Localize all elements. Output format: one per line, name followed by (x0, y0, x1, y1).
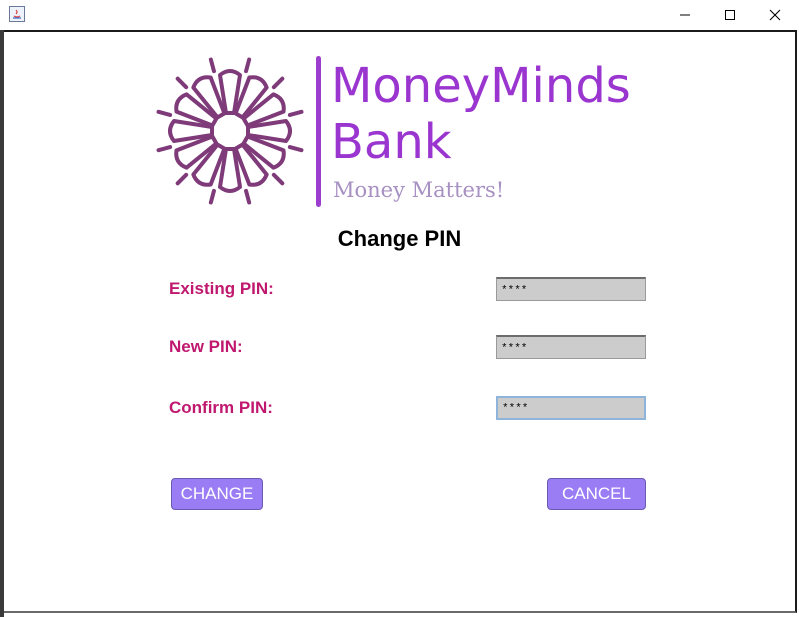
minimize-icon (680, 14, 690, 16)
page-title: Change PIN (337, 226, 462, 251)
brand-name-line2: Bank (331, 114, 452, 170)
close-icon (769, 9, 781, 21)
logo-divider (316, 56, 321, 207)
brand-tagline: Money Matters! (333, 178, 505, 202)
existing-pin-label: Existing PIN: (169, 279, 274, 298)
maximize-button[interactable] (707, 0, 753, 30)
title-bar (0, 0, 799, 30)
confirm-pin-label: Confirm PIN: (169, 398, 273, 417)
close-button[interactable] (752, 0, 798, 30)
new-pin-label: New PIN: (169, 337, 243, 356)
java-icon (9, 6, 25, 22)
cancel-button[interactable]: CANCEL (547, 478, 646, 510)
change-button[interactable]: CHANGE (171, 478, 263, 510)
bank-logo-icon (156, 57, 304, 205)
existing-pin-field[interactable] (496, 277, 646, 301)
new-pin-field[interactable] (496, 335, 646, 359)
confirm-pin-field[interactable] (496, 396, 646, 420)
minimize-button[interactable] (662, 0, 708, 30)
brand-name-line1: MoneyMinds (331, 58, 631, 114)
maximize-icon (725, 10, 735, 20)
